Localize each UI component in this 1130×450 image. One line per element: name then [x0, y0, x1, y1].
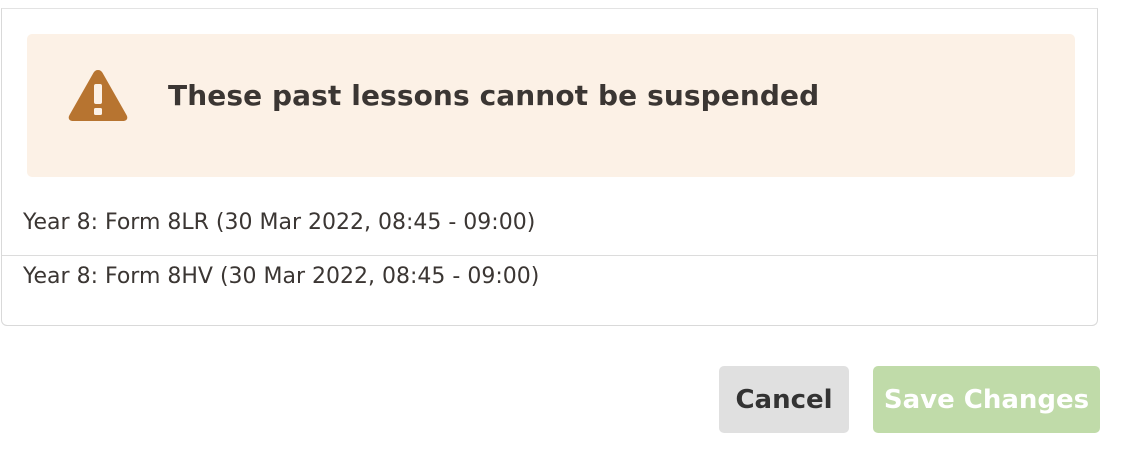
past-lessons-list: Year 8: Form 8LR (30 Mar 2022, 08:45 - 0… — [2, 201, 1097, 309]
save-changes-button[interactable]: Save Changes — [873, 366, 1100, 433]
warning-title: These past lessons cannot be suspended — [168, 79, 820, 112]
warning-alert: These past lessons cannot be suspended — [27, 34, 1075, 177]
list-item: Year 8: Form 8HV (30 Mar 2022, 08:45 - 0… — [2, 255, 1097, 309]
suspend-lessons-panel: These past lessons cannot be suspended Y… — [1, 8, 1098, 326]
warning-triangle-icon — [68, 70, 128, 121]
cancel-button[interactable]: Cancel — [719, 366, 849, 433]
list-item: Year 8: Form 8LR (30 Mar 2022, 08:45 - 0… — [23, 210, 536, 235]
